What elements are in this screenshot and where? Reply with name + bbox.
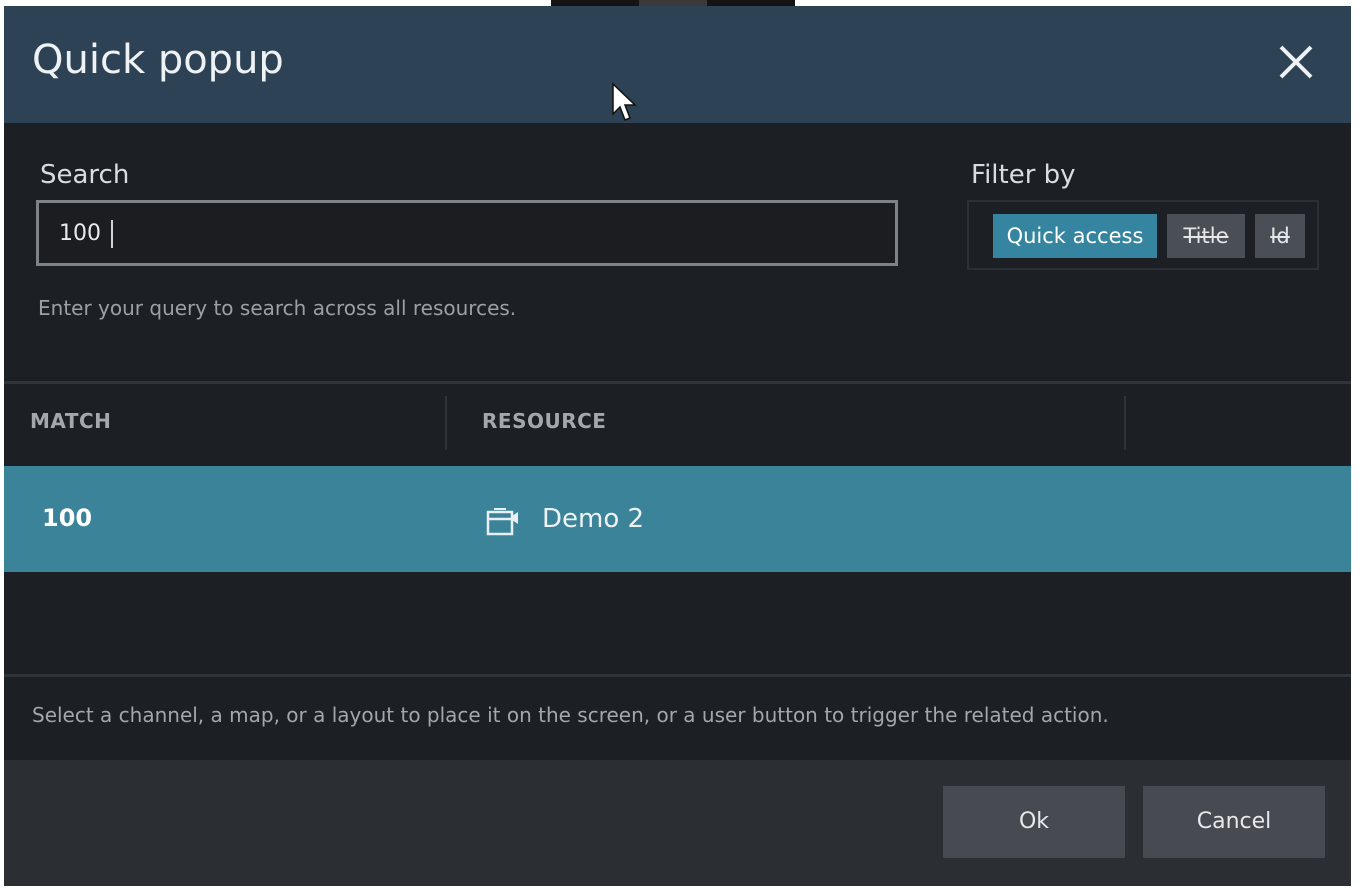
text-caret [111, 220, 113, 248]
quick-popup-dialog: Quick popup Search Filter by Quick acces… [4, 6, 1351, 886]
dialog-titlebar: Quick popup [4, 6, 1351, 123]
close-button[interactable] [1272, 38, 1320, 86]
footer-instructions: Select a channel, a map, or a layout to … [32, 703, 1109, 727]
filter-chip-id[interactable]: Id [1255, 214, 1305, 258]
filter-label: Filter by [971, 160, 1076, 190]
filter-chip-quick-access[interactable]: Quick access [993, 214, 1157, 258]
row-resource-name: Demo 2 [542, 504, 645, 534]
column-separator[interactable] [445, 396, 447, 450]
table-row[interactable]: 100 Demo 2 [4, 466, 1351, 572]
cancel-button[interactable]: Cancel [1143, 786, 1325, 858]
layout-channel-icon [486, 508, 518, 536]
ok-button[interactable]: Ok [943, 786, 1125, 858]
section-divider [4, 674, 1351, 677]
dialog-title: Quick popup [32, 37, 284, 83]
close-icon [1279, 45, 1313, 79]
search-input[interactable] [36, 200, 898, 266]
row-match-value: 100 [42, 504, 93, 532]
button-bar: Ok Cancel [4, 760, 1351, 886]
column-separator[interactable] [1124, 396, 1126, 450]
section-divider [4, 381, 1351, 384]
mouse-pointer-icon [612, 82, 637, 121]
column-header-match[interactable]: MATCH [30, 409, 111, 433]
filter-chip-title[interactable]: Title [1167, 214, 1245, 258]
column-header-resource[interactable]: RESOURCE [482, 409, 606, 433]
filter-by-group: Quick access Title Id [967, 200, 1319, 270]
search-hint: Enter your query to search across all re… [38, 296, 517, 320]
search-label: Search [40, 160, 130, 190]
